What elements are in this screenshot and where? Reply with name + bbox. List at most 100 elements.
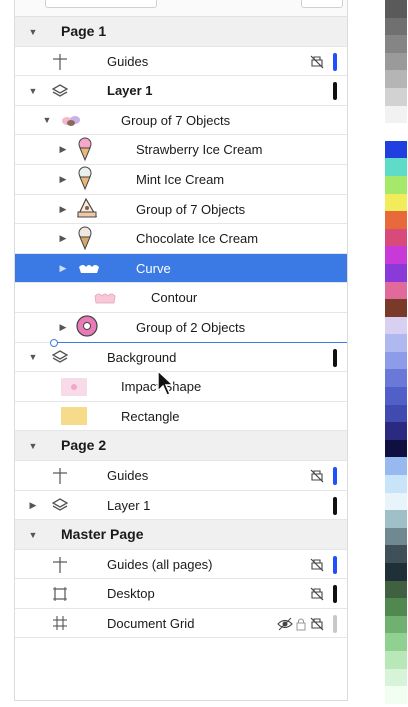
palette-swatch[interactable] [385,52,407,71]
desktop-icon [51,579,69,608]
guides-icon [51,461,69,490]
tree-row-group-of-7-objects[interactable]: ▶ Group of 7 Objects [15,195,347,225]
contour-thumb-icon [93,283,117,312]
palette-swatch[interactable] [385,598,407,616]
color-palette [385,0,407,707]
collapse-arrow-icon[interactable]: ▼ [27,76,39,105]
tree-row-master-page[interactable]: ▼ Master Page [15,520,347,550]
printing-disabled-icon[interactable] [309,468,325,484]
expand-arrow-icon[interactable]: ▶ [57,135,69,164]
collapse-arrow-icon[interactable]: ▼ [27,431,39,460]
tree-row-label: Guides [107,467,149,483]
palette-swatch[interactable] [385,615,407,634]
palette-swatch[interactable] [385,123,407,141]
tree-row-guides[interactable]: Guides [15,47,347,77]
palette-swatch[interactable] [385,158,407,176]
palette-swatch[interactable] [385,580,407,599]
tree-row-label: Curve [136,260,171,276]
panel-toolbar [15,0,347,17]
palette-swatch[interactable] [385,35,407,53]
palette-swatch[interactable] [385,633,407,651]
tree-row-guides[interactable]: Guides [15,461,347,491]
palette-swatch[interactable] [385,228,407,247]
printing-disabled-icon[interactable] [309,616,325,632]
palette-swatch[interactable] [385,87,407,106]
palette-swatch[interactable] [385,422,407,440]
palette-swatch[interactable] [385,193,407,212]
expand-arrow-icon[interactable]: ▶ [57,254,69,283]
printing-disabled-icon[interactable] [309,54,325,70]
expand-arrow-icon[interactable]: ▶ [57,165,69,194]
tree-row-label: Layer 1 [107,497,151,513]
tree-row-group-of-7-objects[interactable]: ▼ Group of 7 Objects [15,106,347,136]
tree-row-background[interactable]: ▼ Background [15,338,347,373]
tree-row-layer-1[interactable]: ▼ Layer 1 [15,76,347,106]
expand-arrow-icon[interactable]: ▶ [27,491,39,520]
palette-swatch[interactable] [385,457,407,476]
palette-swatch[interactable] [385,387,407,405]
palette-swatch[interactable] [385,686,407,704]
palette-swatch[interactable] [385,334,407,352]
toolbar-button[interactable] [301,0,343,8]
tree-row-group-of-2-objects[interactable]: ▶ Group of 2 Objects [15,313,347,343]
tree-row-desktop[interactable]: Desktop [15,579,347,609]
tree-row-rectangle[interactable]: Rectangle [15,402,347,432]
tree-row-document-grid[interactable]: Document Grid [15,609,347,639]
lock-icon[interactable] [293,616,309,632]
layer-color-indicator [333,52,337,71]
printing-disabled-icon[interactable] [309,557,325,573]
palette-swatch[interactable] [385,404,407,423]
tree-row-label: Master Page [61,526,144,543]
collapse-arrow-icon[interactable]: ▼ [27,520,39,549]
eye-icon[interactable] [277,616,293,632]
palette-swatch[interactable] [385,492,407,511]
palette-swatch[interactable] [385,0,407,18]
palette-swatch[interactable] [385,316,407,335]
palette-swatch[interactable] [385,299,407,317]
palette-swatch[interactable] [385,17,407,36]
tree-row-strawberry-ice-cream[interactable]: ▶ Strawberry Ice Cream [15,135,347,165]
tree-row-layer-1[interactable]: ▶ Layer 1 [15,491,347,521]
printing-disabled-icon[interactable] [309,586,325,602]
tree-row-impact-shape[interactable]: Impact Shape [15,372,347,402]
guides-icon [51,550,69,579]
palette-swatch[interactable] [385,527,407,546]
palette-swatch[interactable] [385,369,407,388]
palette-swatch[interactable] [385,563,407,581]
palette-swatch[interactable] [385,439,407,458]
collapse-arrow-icon[interactable]: ▼ [27,17,39,46]
tree-row-chocolate-ice-cream[interactable]: ▶ Chocolate Ice Cream [15,224,347,254]
palette-swatch[interactable] [385,668,407,687]
palette-swatch[interactable] [385,263,407,282]
expand-arrow-icon[interactable]: ▶ [57,195,69,224]
palette-swatch[interactable] [385,281,407,300]
palette-swatch[interactable] [385,70,407,88]
tree-row-guides-all-pages[interactable]: Guides (all pages) [15,550,347,580]
palette-swatch[interactable] [385,246,407,264]
palette-swatch[interactable] [385,105,407,124]
palette-swatch[interactable] [385,140,407,159]
layer-color-indicator [333,348,337,367]
palette-swatch[interactable] [385,650,407,669]
toolbar-field[interactable] [45,0,157,8]
tree-row-page-1[interactable]: ▼ Page 1 [15,17,347,47]
tree-row-curve[interactable]: ▶ Curve [15,253,347,284]
palette-swatch[interactable] [385,545,407,563]
palette-swatch[interactable] [385,351,407,370]
palette-swatch[interactable] [385,175,407,194]
tree-row-page-2[interactable]: ▼ Page 2 [15,431,347,461]
palette-swatch[interactable] [385,211,407,229]
expand-arrow-icon[interactable]: ▶ [57,224,69,253]
tree-row-contour[interactable]: Contour [15,283,347,313]
tree-row-label: Mint Ice Cream [136,171,225,187]
collapse-arrow-icon[interactable]: ▼ [27,343,39,372]
tree-row-label: Guides [107,53,149,69]
tree-row-mint-ice-cream[interactable]: ▶ Mint Ice Cream [15,165,347,195]
palette-swatch[interactable] [385,475,407,493]
tree-row-label: Contour [151,290,198,306]
palette-swatch[interactable] [385,510,407,528]
expand-arrow-icon[interactable]: ▶ [57,313,69,342]
impact-shape-icon [61,372,87,401]
tree-row-label: Desktop [107,586,155,602]
collapse-arrow-icon[interactable]: ▼ [41,106,53,135]
